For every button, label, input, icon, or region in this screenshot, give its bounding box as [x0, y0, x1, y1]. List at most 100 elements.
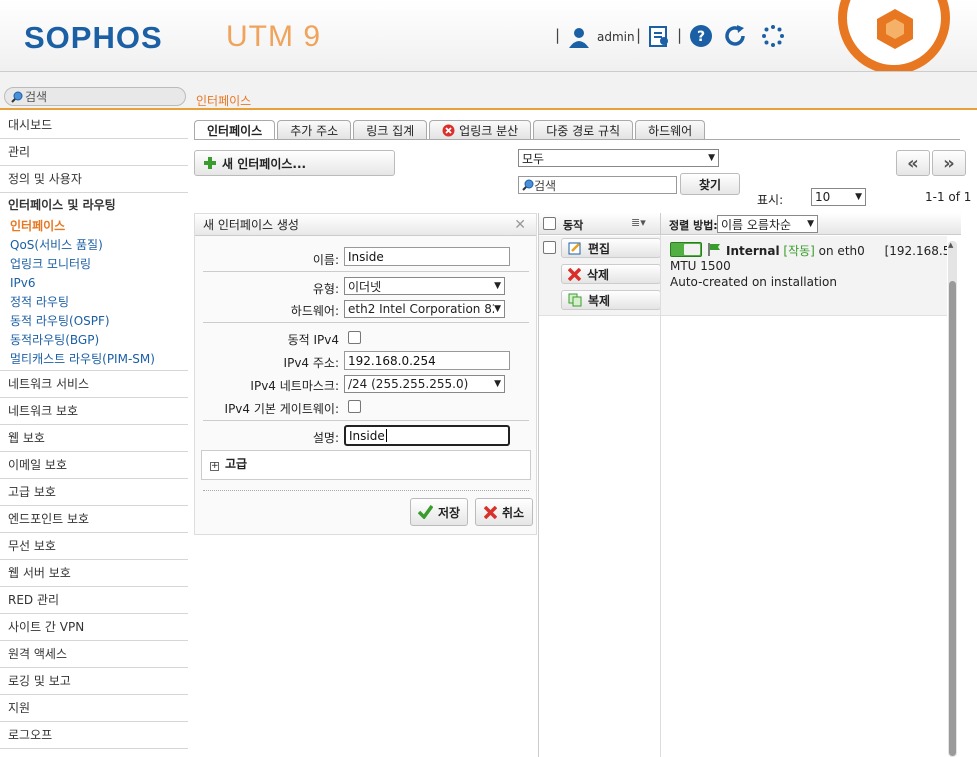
- nav-item-dashboard[interactable]: 대시보드: [0, 112, 188, 139]
- description-input[interactable]: Inside: [344, 425, 510, 446]
- nav-sub-qos[interactable]: QoS(서비스 품질): [0, 236, 188, 255]
- close-icon[interactable]: ✕: [514, 214, 526, 236]
- nav-sub-bgp[interactable]: 동적라우팅(BGP): [0, 331, 188, 350]
- scrollbar-thumb[interactable]: [949, 281, 956, 756]
- tab-divider: [194, 139, 960, 140]
- chevron-down-icon: ▼: [494, 281, 501, 291]
- nav-sub-ospf[interactable]: 동적 라우팅(OSPF): [0, 312, 188, 331]
- column-menu-icon[interactable]: ≣▾: [631, 216, 646, 229]
- user-icon: [569, 28, 589, 48]
- nav-item-web-protection[interactable]: 웹 보호: [0, 425, 188, 452]
- nav-item-network-services[interactable]: 네트워크 서비스: [0, 371, 188, 398]
- find-button[interactable]: 찾기: [680, 173, 740, 195]
- interface-name[interactable]: Internal: [726, 244, 780, 258]
- sub-header: 검색 인터페이스: [0, 72, 977, 110]
- nav-sub-ipv6[interactable]: IPv6: [0, 274, 188, 293]
- advanced-section[interactable]: + 고급: [201, 450, 531, 480]
- type-label: 유형:: [312, 282, 339, 296]
- nav-sub-pim-sm[interactable]: 멀티캐스트 라우팅(PIM-SM): [0, 350, 188, 371]
- clone-button[interactable]: 복제: [561, 290, 661, 310]
- nav-section-interfaces-routing[interactable]: 인터페이스 및 라우팅: [0, 193, 188, 217]
- tab-additional-addresses[interactable]: 추가 주소: [277, 120, 352, 140]
- dynamic-ipv4-checkbox[interactable]: [348, 331, 361, 344]
- scroll-up-icon[interactable]: ▲: [948, 241, 953, 249]
- nav-item-logoff[interactable]: 로그오프: [0, 722, 188, 749]
- nav-item-wireless-protection[interactable]: 무선 보호: [0, 533, 188, 560]
- check-icon: [417, 505, 433, 519]
- delete-button[interactable]: 삭제: [561, 264, 661, 284]
- tab-hardware[interactable]: 하드웨어: [635, 120, 706, 140]
- sort-select[interactable]: 이름 오름차순 ▼: [717, 215, 818, 233]
- chevron-down-icon: ▼: [494, 379, 501, 389]
- chevron-down-icon: ▼: [708, 153, 715, 163]
- nav-item-network-protection[interactable]: 네트워크 보호: [0, 398, 188, 425]
- form-header: 새 인터페이스 생성 ✕: [195, 214, 536, 236]
- nav-sub-interfaces[interactable]: 인터페이스: [0, 217, 188, 236]
- chevron-down-icon: ▼: [807, 219, 814, 229]
- nav-item-site-to-site-vpn[interactable]: 사이트 간 VPN: [0, 614, 188, 641]
- user-menu[interactable]: admin: [568, 26, 635, 48]
- interface-comment: Auto-created on installation: [670, 275, 837, 289]
- scrollbar[interactable]: ▲: [948, 241, 957, 757]
- new-interface-button[interactable]: 새 인터페이스...: [194, 150, 395, 176]
- next-page-button[interactable]: »: [932, 150, 966, 176]
- row-checkbox[interactable]: [543, 241, 556, 254]
- ipv4-gateway-checkbox[interactable]: [348, 400, 361, 413]
- enabled-toggle[interactable]: [670, 242, 702, 257]
- description-label: 설명:: [312, 431, 339, 445]
- new-interface-form: 새 인터페이스 생성 ✕ 이름: Inside 유형: 이더넷 ▼ 하드웨어: e…: [194, 213, 537, 535]
- interface-summary: Internal [작동] on eth0 [192.168.56.100: [726, 242, 947, 259]
- per-page-select[interactable]: 10 ▼: [811, 188, 866, 206]
- text-cursor: [385, 429, 387, 442]
- sidebar: 대시보드 관리 정의 및 사용자 인터페이스 및 라우팅 인터페이스 QoS(서…: [0, 112, 188, 749]
- tab-multipath-rules[interactable]: 다중 경로 규칙: [533, 120, 634, 140]
- tab-link-aggregation[interactable]: 링크 집계: [353, 120, 428, 140]
- prev-page-button[interactable]: «: [896, 150, 930, 176]
- interface-address: [192.168.56.100: [884, 244, 947, 258]
- sophos-logo: SOPHOS: [24, 20, 163, 55]
- sort-label: 정렬 방법:: [669, 219, 718, 232]
- ipv4-address-input[interactable]: 192.168.0.254: [344, 351, 510, 370]
- search-icon: [522, 179, 534, 191]
- edit-button[interactable]: 편집: [561, 238, 661, 258]
- nav-item-logging-reporting[interactable]: 로깅 및 보고: [0, 668, 188, 695]
- hardware-select[interactable]: eth2 Intel Corporation 825 ▼: [344, 300, 505, 318]
- nav-item-definitions[interactable]: 정의 및 사용자: [0, 166, 188, 193]
- name-input[interactable]: Inside: [344, 247, 510, 266]
- nav-item-webserver-protection[interactable]: 웹 서버 보호: [0, 560, 188, 587]
- search-input[interactable]: 검색: [4, 87, 186, 106]
- clone-icon: [568, 293, 582, 307]
- nav-sub-static-routing[interactable]: 정적 라우팅: [0, 293, 188, 312]
- cancel-button[interactable]: 취소: [475, 498, 533, 526]
- refresh-icon[interactable]: [723, 24, 747, 48]
- nav-item-remote-access[interactable]: 원격 액세스: [0, 641, 188, 668]
- nav-item-advanced-protection[interactable]: 고급 보호: [0, 479, 188, 506]
- nav-item-support[interactable]: 지원: [0, 695, 188, 722]
- per-page-label: 표시:: [757, 193, 784, 207]
- divider: [203, 420, 529, 421]
- clipboard-icon[interactable]: [647, 24, 671, 48]
- type-select[interactable]: 이더넷 ▼: [344, 277, 505, 295]
- nav-sub-uplink-monitoring[interactable]: 업링크 모니터링: [0, 255, 188, 274]
- save-button[interactable]: 저장: [410, 498, 468, 526]
- nav-item-red-management[interactable]: RED 관리: [0, 587, 188, 614]
- nav-item-email-protection[interactable]: 이메일 보호: [0, 452, 188, 479]
- interface-list: 동작 ≣▾ 정렬 방법: 이름 오름차순 ▼ 편집 삭제 복제 Internal …: [538, 213, 961, 757]
- filter-select[interactable]: 모두 ▼: [518, 149, 719, 167]
- tab-interfaces[interactable]: 인터페이스: [194, 120, 276, 140]
- select-all-checkbox[interactable]: [543, 217, 556, 230]
- list-search-input[interactable]: 검색: [518, 176, 677, 194]
- interface-status: [작동]: [783, 244, 815, 258]
- nav-item-management[interactable]: 관리: [0, 139, 188, 166]
- tab-uplink-balancing[interactable]: 업링크 분산: [429, 120, 532, 140]
- separator: |: [555, 26, 561, 44]
- divider: [660, 213, 661, 235]
- separator: |: [636, 26, 642, 44]
- help-icon[interactable]: ?: [689, 24, 713, 48]
- nav-item-endpoint-protection[interactable]: 엔드포인트 보호: [0, 506, 188, 533]
- ipv4-gateway-label: IPv4 기본 게이트웨이:: [224, 402, 339, 416]
- interface-mtu: MTU 1500: [670, 259, 731, 273]
- action-header: 동작: [563, 219, 584, 232]
- ipv4-netmask-select[interactable]: /24 (255.255.255.0) ▼: [344, 375, 505, 393]
- tab-bar: 인터페이스 추가 주소 링크 집계 업링크 분산 다중 경로 규칙 하드웨어: [194, 120, 706, 140]
